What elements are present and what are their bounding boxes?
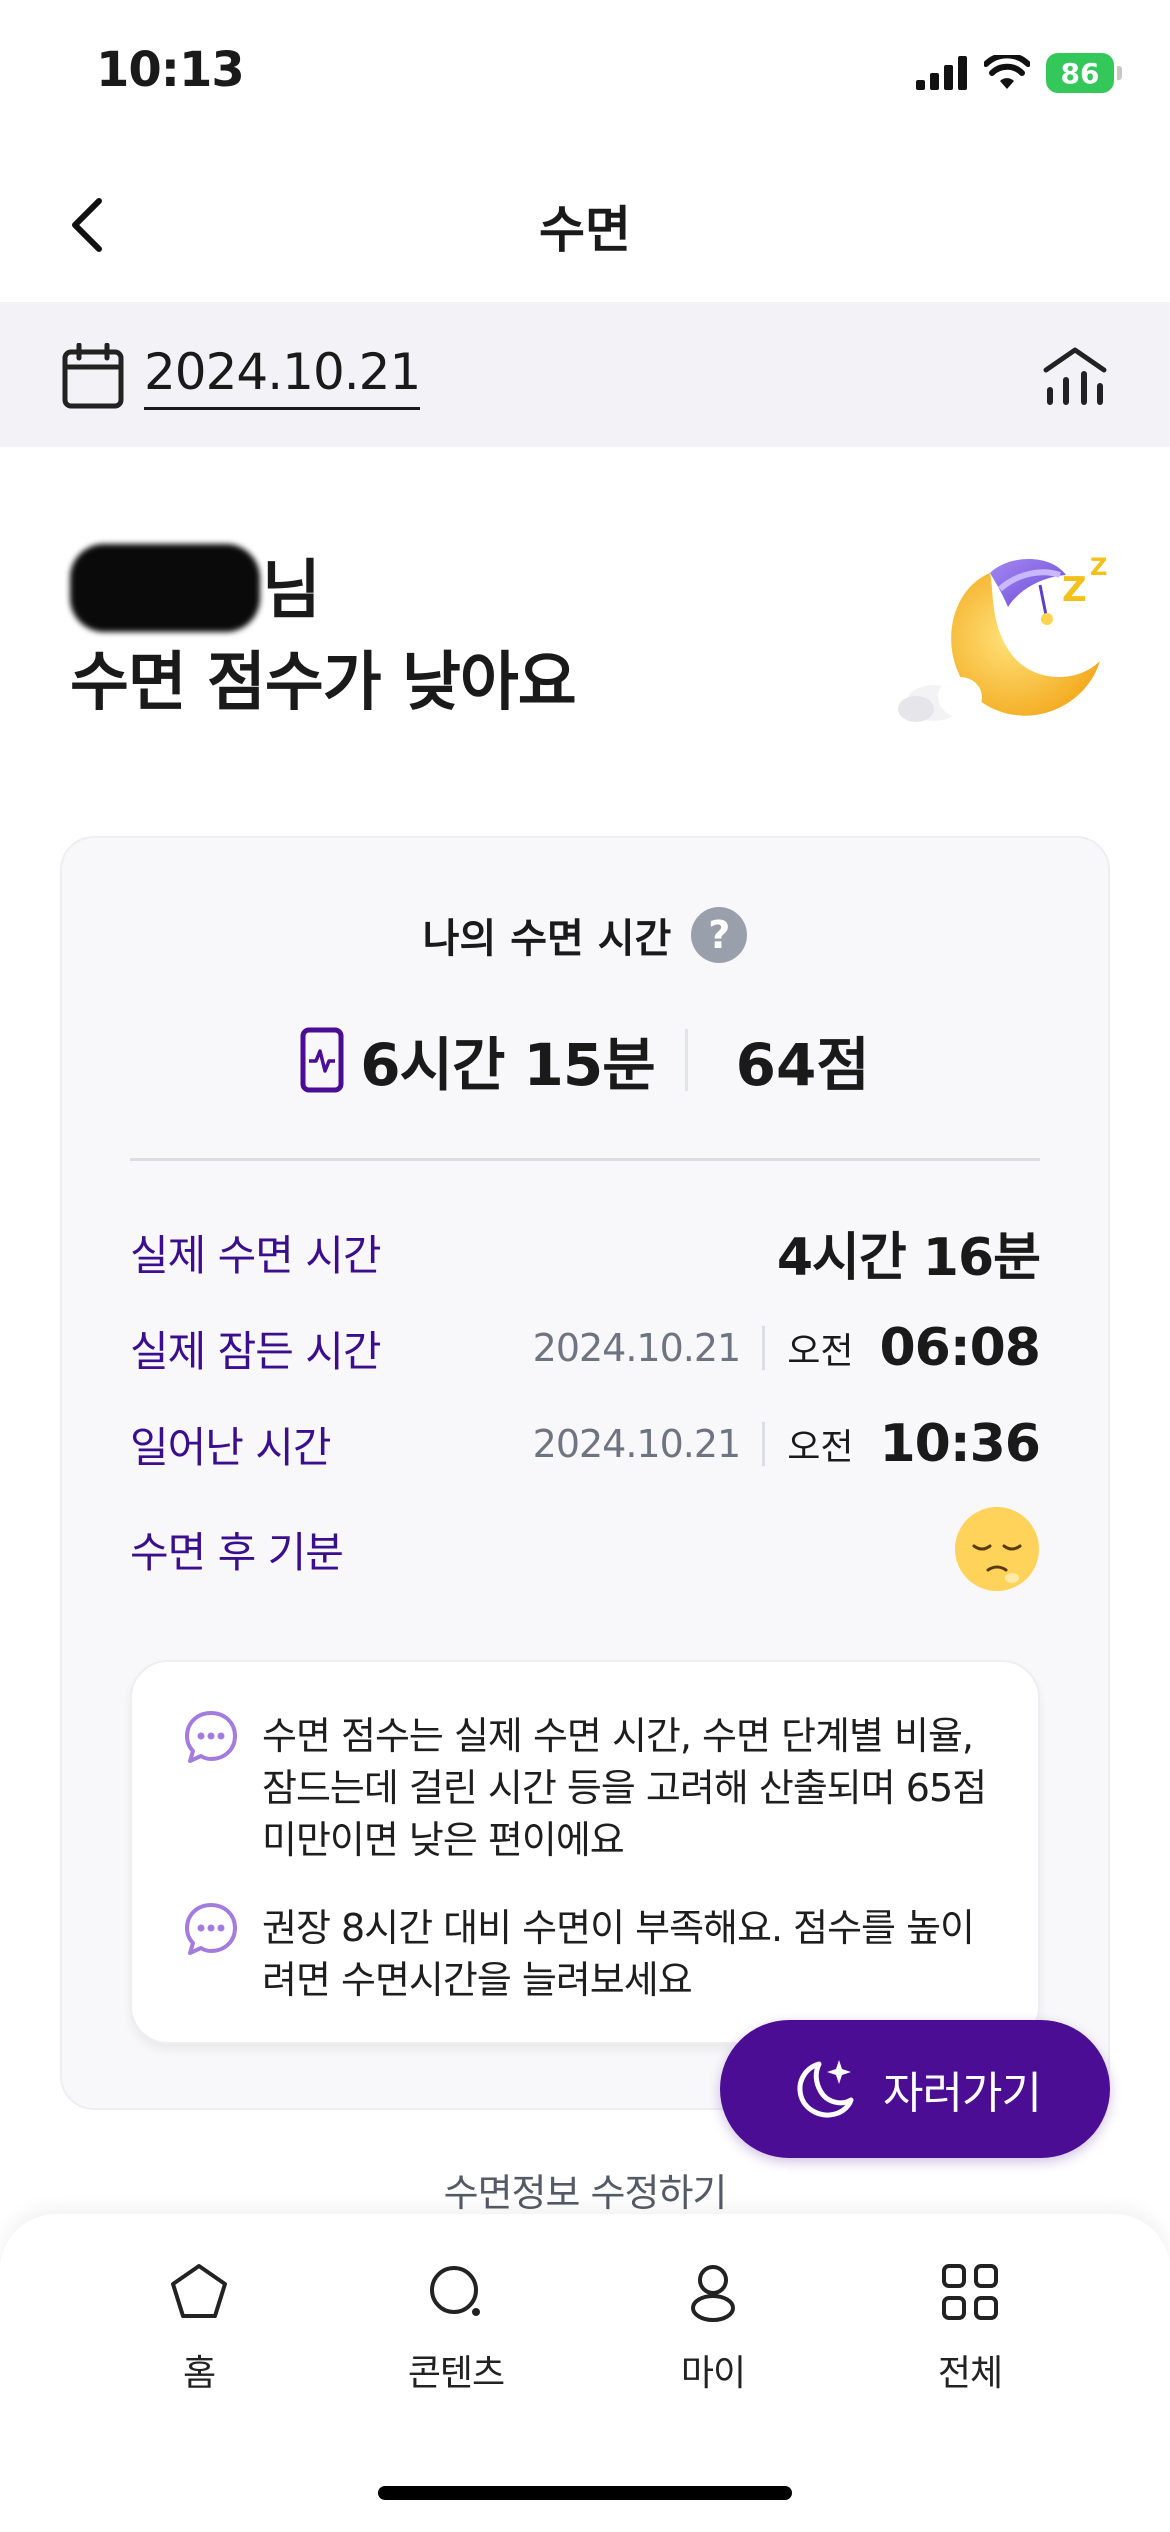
help-icon[interactable]: ? bbox=[691, 907, 748, 963]
user-greeting-line: 님 bbox=[70, 544, 576, 637]
stats-button[interactable] bbox=[1040, 340, 1110, 410]
sleep-score-message: 수면 점수가 낮아요 bbox=[70, 646, 577, 720]
speech-bubble-icon bbox=[185, 1903, 237, 1955]
battery-indicator: 86 bbox=[1046, 53, 1122, 93]
sleep-score: 64점 bbox=[735, 1031, 870, 1099]
status-bar: 10:13 86 bbox=[0, 0, 1170, 150]
tab-label: 마이 bbox=[680, 2353, 746, 2394]
home-indicator bbox=[378, 2486, 792, 2500]
tab-label: 콘텐츠 bbox=[407, 2353, 505, 2394]
divider bbox=[762, 1326, 766, 1370]
mood-row: 수면 후 기분 bbox=[130, 1504, 1040, 1594]
date-picker[interactable]: 2024.10.21 bbox=[62, 338, 421, 414]
status-icons: 86 bbox=[916, 50, 1122, 96]
divider bbox=[130, 1158, 1040, 1161]
tab-label: 전체 bbox=[937, 2353, 1003, 2394]
edit-sleep-info-link[interactable]: 수면정보 수정하기 bbox=[0, 2162, 1170, 2217]
battery-level: 86 bbox=[1060, 56, 1100, 90]
go-to-sleep-label: 자러가기 bbox=[883, 2068, 1042, 2119]
go-to-sleep-button[interactable]: 자러가기 bbox=[720, 2020, 1110, 2158]
sleep-tracker-icon bbox=[300, 1027, 344, 1093]
total-sleep-value: 6시간 15분 bbox=[360, 1031, 655, 1099]
tip-text: 권장 8시간 대비 수면이 부족해요. 점수를 높이려면 수면시간을 늘려보세요 bbox=[262, 1906, 975, 2002]
tab-my[interactable]: 마이 bbox=[613, 2260, 813, 2396]
date-bar: 2024.10.21 bbox=[0, 302, 1170, 447]
fell-asleep-row: 실제 잠든 시간 2024.10.21 오전 06:08 bbox=[130, 1308, 1041, 1388]
mood-label: 수면 후 기분 bbox=[130, 1527, 344, 1577]
stats-chart-icon bbox=[1043, 347, 1107, 405]
woke-up-row: 일어난 시간 2024.10.21 오전 10:36 bbox=[130, 1404, 1041, 1484]
actual-sleep-value: 4시간 16분 bbox=[776, 1227, 1041, 1288]
grid-icon bbox=[942, 2264, 998, 2320]
woke-up-time: 10:36 bbox=[879, 1414, 1041, 1474]
calendar-icon bbox=[62, 343, 124, 409]
svg-text:Z: Z bbox=[1062, 570, 1087, 610]
tab-all[interactable]: 전체 bbox=[870, 2260, 1070, 2396]
fell-asleep-time: 06:08 bbox=[879, 1318, 1041, 1378]
sleep-screen: 10:13 86 수면 2024.10.21 님 수면 점수가 낮아요 Z Z … bbox=[0, 0, 1170, 2532]
sleep-totals: 6시간 15분 64점 bbox=[62, 1018, 1108, 1102]
page-title: 수면 bbox=[539, 201, 631, 259]
home-icon bbox=[171, 2264, 227, 2318]
redacted-name bbox=[70, 544, 260, 633]
actual-sleep-row: 실제 수면 시간 4시간 16분 bbox=[130, 1212, 1041, 1292]
tip-item: 수면 점수는 실제 수면 시간, 수면 단계별 비율, 잠드는데 걸린 시간 등… bbox=[182, 1710, 998, 1866]
woke-up-label: 일어난 시간 bbox=[130, 1422, 332, 1472]
divider bbox=[684, 1029, 688, 1091]
speech-bubble-icon bbox=[185, 1711, 237, 1763]
tab-label: 홈 bbox=[182, 2353, 216, 2394]
woke-up-ampm: 오전 bbox=[787, 1427, 854, 1468]
fell-asleep-label: 실제 잠든 시간 bbox=[130, 1326, 382, 1376]
actual-sleep-label: 실제 수면 시간 bbox=[130, 1230, 382, 1280]
tip-text: 수면 점수는 실제 수면 시간, 수면 단계별 비율, 잠드는데 걸린 시간 등… bbox=[262, 1714, 987, 1862]
status-time: 10:13 bbox=[96, 42, 245, 98]
sleepy-face-icon bbox=[955, 1507, 1039, 1591]
fell-asleep-date: 2024.10.21 bbox=[532, 1326, 742, 1370]
sleeping-moon-icon: Z Z bbox=[898, 553, 1107, 722]
divider bbox=[762, 1422, 766, 1466]
greeting: 님 수면 점수가 낮아요 bbox=[70, 544, 577, 729]
sleep-summary-card: 나의 수면 시간 ? 6시간 15분 64점 실제 수면 시간 4시간 16분 … bbox=[60, 836, 1110, 2110]
tab-contents[interactable]: 콘텐츠 bbox=[356, 2260, 556, 2396]
wifi-icon bbox=[984, 55, 1030, 89]
svg-text:Z: Z bbox=[1090, 553, 1107, 581]
nav-header: 수면 bbox=[0, 150, 1170, 302]
card-title: 나의 수면 시간 bbox=[422, 916, 672, 962]
fell-asleep-ampm: 오전 bbox=[787, 1331, 854, 1372]
moon-sparkle-icon bbox=[797, 2060, 854, 2118]
bottom-tab-bar: 홈 콘텐츠 마이 전체 bbox=[0, 2214, 1170, 2532]
total-sleep-time: 6시간 15분 bbox=[300, 1018, 656, 1102]
tab-home[interactable]: 홈 bbox=[99, 2260, 299, 2396]
contents-icon bbox=[430, 2266, 480, 2316]
signal-icon bbox=[916, 56, 967, 90]
name-suffix: 님 bbox=[262, 554, 321, 628]
selected-date: 2024.10.21 bbox=[144, 343, 421, 410]
profile-icon bbox=[691, 2265, 735, 2322]
card-header: 나의 수면 시간 ? bbox=[62, 906, 1108, 964]
tip-item: 권장 8시간 대비 수면이 부족해요. 점수를 높이려면 수면시간을 늘려보세요 bbox=[182, 1902, 998, 2006]
woke-up-date: 2024.10.21 bbox=[532, 1422, 742, 1466]
sleep-tips-box: 수면 점수는 실제 수면 시간, 수면 단계별 비율, 잠드는데 걸린 시간 등… bbox=[130, 1660, 1040, 2044]
